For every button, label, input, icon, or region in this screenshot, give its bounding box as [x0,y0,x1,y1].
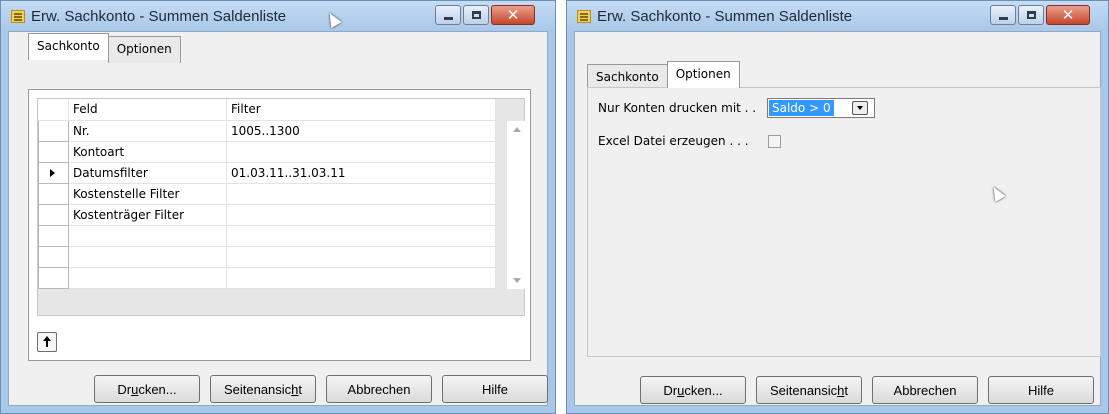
help-button[interactable]: Hilfe [442,375,548,403]
maximize-button[interactable] [463,5,489,25]
scroll-down-icon[interactable] [513,278,521,283]
mouse-cursor-icon [988,183,1006,203]
cell-filter[interactable] [226,225,496,247]
minimize-button[interactable] [990,5,1016,25]
move-up-button[interactable] [37,332,57,352]
cell-feld [68,246,227,268]
cell-filter[interactable]: 1005..1300 [226,120,496,142]
print-label-c: cken... [138,381,177,397]
tab-sachkonto[interactable]: Sachkonto [28,33,109,60]
print-accounts-select[interactable]: Saldo > 0 [767,98,875,118]
maximize-icon [472,11,481,19]
table-row[interactable]: Kostenstelle Filter [38,182,496,205]
print-label-a: Dr [663,382,678,398]
preview-button[interactable]: Seitenansic h t [756,376,862,404]
print-button[interactable]: Dr u cken... [640,376,746,404]
cell-feld: Kostenträger Filter [68,204,227,226]
help-button[interactable]: Hilfe [988,376,1094,404]
print-accounts-value: Saldo > 0 [769,100,834,116]
tab-panel-sachkonto: Feld Filter Nr. 1005..1300 Kontoart Datu… [28,89,531,361]
cell-feld: Nr. [68,120,227,142]
cancel-button[interactable]: Abbrechen [326,375,432,403]
cell-feld: Kontoart [68,141,227,163]
cell-feld: Datumsfilter [68,162,227,184]
preview-label-b: h [291,381,299,397]
filter-grid: Feld Filter Nr. 1005..1300 Kontoart Datu… [37,98,525,316]
minimize-icon [999,17,1008,20]
table-row[interactable]: Kontoart [38,140,496,163]
row-selector-header [38,99,69,121]
print-button[interactable]: Dr u cken... [94,375,200,403]
table-row[interactable]: Datumsfilter 01.03.11..31.03.11 [38,161,496,184]
table-row[interactable] [38,245,496,268]
tab-optionen[interactable]: Optionen [107,36,181,63]
close-icon: ✕ [506,6,520,24]
excel-label: Excel Datei erzeugen . . . [598,134,749,148]
options-area: Nur Konten drucken mit . . Saldo > 0 Exc… [594,88,1100,352]
table-row[interactable] [38,224,496,247]
dropdown-arrow-icon[interactable] [852,101,868,115]
row-selector[interactable] [38,224,69,247]
title-bar[interactable]: Erw. Sachkonto - Summen Saldenliste ✕ [1,1,555,31]
row-selector[interactable] [38,119,69,142]
cell-filter[interactable] [226,267,496,289]
cell-feld: Kostenstelle Filter [68,183,227,205]
tab-panel-optionen: Nur Konten drucken mit . . Saldo > 0 Exc… [587,87,1101,357]
close-icon: ✕ [1061,6,1075,24]
print-label-c: cken... [684,382,723,398]
preview-button[interactable]: Seitenansic h t [210,375,316,403]
report-window-right: Erw. Sachkonto - Summen Saldenliste ✕ Sa… [566,0,1109,414]
table-header-row: Feld Filter [38,99,496,121]
preview-label-c: t [844,382,849,398]
current-row-icon [50,168,55,177]
close-button[interactable]: ✕ [491,5,535,25]
cell-feld [68,225,227,247]
column-header-filter: Filter [226,99,496,121]
print-accounts-label: Nur Konten drucken mit . . [598,101,757,115]
cell-filter[interactable] [226,246,496,268]
vertical-scrollbar[interactable] [506,121,525,289]
title-bar[interactable]: Erw. Sachkonto - Summen Saldenliste ✕ [567,1,1108,31]
cell-feld [68,267,227,289]
print-label-b: u [131,381,139,397]
app-icon [577,10,591,23]
minimize-icon [444,17,453,20]
report-window-left: Erw. Sachkonto - Summen Saldenliste ✕ Sa… [0,0,556,414]
cancel-button[interactable]: Abbrechen [872,376,978,404]
filter-table: Feld Filter Nr. 1005..1300 Kontoart Datu… [38,99,496,289]
cell-filter[interactable]: 01.03.11..31.03.11 [226,162,496,184]
table-row[interactable] [38,266,496,289]
maximize-button[interactable] [1018,5,1044,25]
row-selector[interactable] [38,140,69,163]
print-label-b: u [677,382,685,398]
close-button[interactable]: ✕ [1046,5,1090,25]
print-label-a: Dr [117,381,132,397]
row-selector[interactable] [38,266,69,289]
row-selector[interactable] [38,161,69,184]
cell-filter[interactable] [226,204,496,226]
row-selector[interactable] [38,182,69,205]
row-selector[interactable] [38,203,69,226]
cell-filter[interactable] [226,183,496,205]
preview-label-b: h [837,382,845,398]
preview-label-c: t [298,381,303,397]
table-row[interactable]: Kostenträger Filter [38,203,496,226]
cell-filter[interactable] [226,141,496,163]
tab-optionen[interactable]: Optionen [666,61,740,88]
preview-label-a: Seitenansic [769,382,838,398]
table-row[interactable]: Nr. 1005..1300 [38,119,496,142]
mouse-cursor-icon [324,9,342,29]
excel-checkbox[interactable] [768,135,781,148]
scroll-up-icon[interactable] [513,127,521,132]
row-selector[interactable] [38,245,69,268]
window-title: Erw. Sachkonto - Summen Saldenliste [31,8,287,25]
minimize-button[interactable] [435,5,461,25]
window-title: Erw. Sachkonto - Summen Saldenliste [597,8,853,25]
app-icon [11,10,25,23]
preview-label-a: Seitenansic [223,381,292,397]
column-header-feld: Feld [68,99,227,121]
maximize-icon [1027,11,1036,19]
